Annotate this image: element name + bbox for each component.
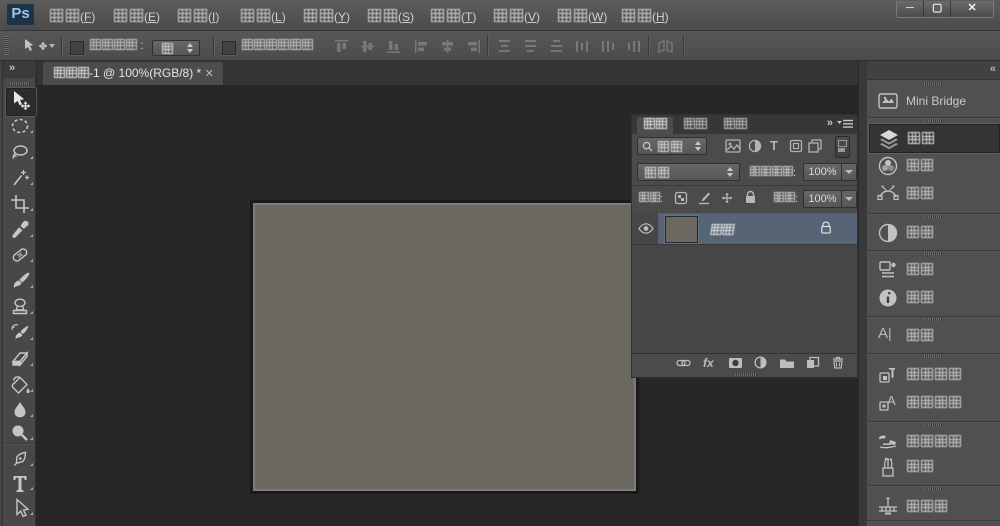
svg-text:A: A <box>887 393 896 408</box>
